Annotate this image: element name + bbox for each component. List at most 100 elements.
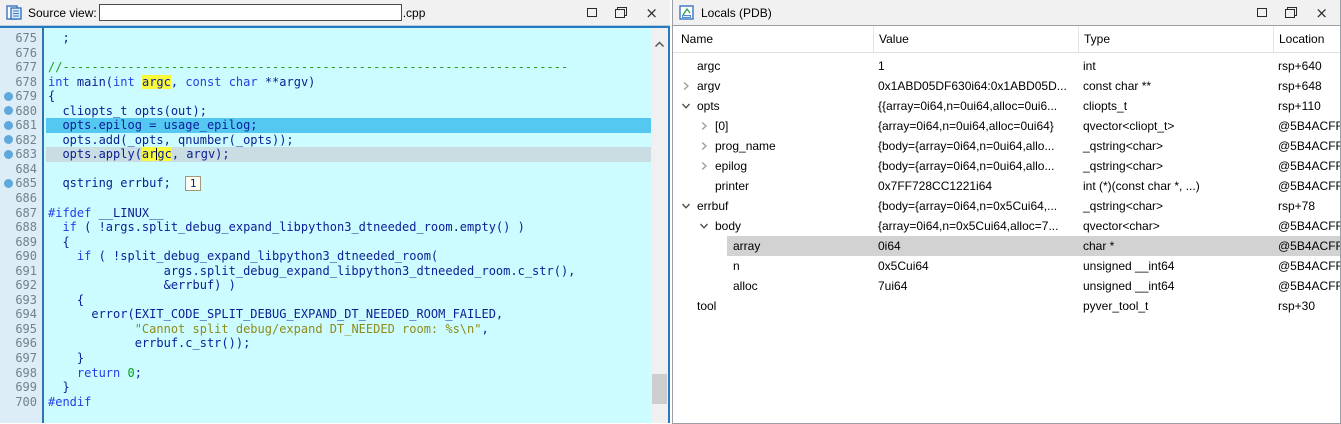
maximize-button[interactable] [1257,8,1267,17]
code-area[interactable]: 675 ;676677//---------------------------… [0,28,651,423]
code-line[interactable]: 677//-----------------------------------… [0,60,651,75]
breakpoint-icon[interactable] [4,135,13,144]
code-line[interactable]: 690 if ( !split_debug_expand_libpython3_… [0,249,651,264]
chevron-collapsed-icon[interactable] [681,77,697,96]
chevron-collapsed-icon[interactable] [699,137,715,156]
table-row[interactable]: toolpyver_tool_trsp+30 [673,296,1340,316]
code-line[interactable]: 698 return 0; [0,366,651,381]
code-text[interactable]: opts.add(_opts, qnumber(_opts)); [46,133,651,148]
column-header-name[interactable]: Name [673,26,873,52]
code-text[interactable]: { [46,235,651,250]
column-header-value[interactable]: Value [873,26,1078,52]
column-header-type[interactable]: Type [1078,26,1273,52]
code-line[interactable]: 693 { [0,293,651,308]
code-line[interactable]: 680 cliopts_t opts(out); [0,104,651,119]
gutter-cell[interactable]: 696 [0,336,46,351]
gutter-cell[interactable]: 675 [0,31,46,46]
chevron-expanded-icon[interactable] [681,197,697,216]
code-line[interactable]: 675 ; [0,31,651,46]
code-line[interactable]: 686 [0,191,651,206]
table-row[interactable]: [0]{array=0i64,n=0ui64,alloc=0ui64}qvect… [673,116,1340,136]
code-line[interactable]: 700#endif [0,395,651,410]
breakpoint-icon[interactable] [4,121,13,130]
column-header-location[interactable]: Location [1273,26,1340,52]
gutter-cell[interactable]: 697 [0,351,46,366]
code-text[interactable]: } [46,380,651,395]
gutter-cell[interactable]: 687 [0,206,46,221]
code-line[interactable]: 687#ifdef __LINUX__ [0,206,651,221]
code-text[interactable]: { [46,293,651,308]
gutter-cell[interactable]: 686 [0,191,46,206]
code-line[interactable]: 681 opts.epilog = usage_epilog; [0,118,651,133]
source-title-bar[interactable]: Source view: .cpp × [0,0,670,26]
table-row[interactable]: prog_name{body={array=0i64,n=0ui64,allo.… [673,136,1340,156]
gutter-cell[interactable]: 690 [0,249,46,264]
gutter-cell[interactable]: 682 [0,133,46,148]
gutter-cell[interactable]: 688 [0,220,46,235]
table-row[interactable]: n0x5Cui64unsigned __int64@5B4ACFF5 [673,256,1340,276]
vertical-scrollbar[interactable] [651,28,668,423]
gutter-cell[interactable]: 695 [0,322,46,337]
chevron-collapsed-icon[interactable] [699,157,715,176]
code-line[interactable]: 696 errbuf.c_str()); [0,336,651,351]
code-line[interactable]: 692 &errbuf) ) [0,278,651,293]
chevron-collapsed-icon[interactable] [699,117,715,136]
code-line[interactable]: 689 { [0,235,651,250]
table-row[interactable]: argc1intrsp+640 [673,56,1340,76]
gutter-cell[interactable]: 699 [0,380,46,395]
code-text[interactable]: qstring errbuf;1 [46,176,651,191]
gutter-cell[interactable]: 694 [0,307,46,322]
code-line[interactable]: 682 opts.add(_opts, qnumber(_opts)); [0,133,651,148]
scroll-up-icon[interactable] [654,35,665,53]
breakpoint-icon[interactable] [4,150,13,159]
chevron-expanded-icon[interactable] [681,97,697,116]
gutter-cell[interactable]: 681 [0,118,46,133]
code-text[interactable]: "Cannot split debug/expand DT_NEEDED roo… [46,322,651,337]
scrollbar-thumb[interactable] [652,374,667,404]
code-line[interactable]: 694 error(EXIT_CODE_SPLIT_DEBUG_EXPAND_D… [0,307,651,322]
code-text[interactable]: int main(int argc, const char **argv) [46,75,651,90]
code-text[interactable]: #ifdef __LINUX__ [46,206,651,221]
code-text[interactable]: cliopts_t opts(out); [46,104,651,119]
code-line[interactable]: 684 [0,162,651,177]
code-text[interactable] [46,162,651,177]
code-line[interactable]: 691 args.split_debug_expand_libpython3_d… [0,264,651,279]
maximize-button[interactable] [587,8,597,17]
gutter-cell[interactable]: 684 [0,162,46,177]
breakpoint-icon[interactable] [4,92,13,101]
gutter-cell[interactable]: 685 [0,176,46,191]
code-line[interactable]: 688 if ( !args.split_debug_expand_libpyt… [0,220,651,235]
locals-title-bar[interactable]: Locals (PDB) × [673,0,1340,26]
gutter-cell[interactable]: 691 [0,264,46,279]
table-row[interactable]: printer0x7FF728CC1221i64int (*)(const ch… [673,176,1340,196]
table-row[interactable]: body{array=0i64,n=0x5Cui64,alloc=7...qve… [673,216,1340,236]
table-row[interactable]: errbuf{body={array=0i64,n=0x5Cui64,..._q… [673,196,1340,216]
code-line[interactable]: 678int main(int argc, const char **argv) [0,75,651,90]
gutter-cell[interactable]: 680 [0,104,46,119]
table-row[interactable]: argv0x1ABD05DF630i64:0x1ABD05D...const c… [673,76,1340,96]
gutter-cell[interactable]: 683 [0,147,46,162]
code-line[interactable]: 699 } [0,380,651,395]
gutter-cell[interactable]: 678 [0,75,46,90]
breakpoint-icon[interactable] [4,179,13,188]
code-line[interactable]: 676 [0,46,651,61]
code-text[interactable]: #endif [46,395,651,410]
code-text[interactable]: opts.epilog = usage_epilog; [46,118,651,133]
code-line[interactable]: 683 opts.apply(argc, argv); [0,147,651,162]
code-text[interactable]: errbuf.c_str()); [46,336,651,351]
gutter-cell[interactable]: 689 [0,235,46,250]
code-text[interactable]: error(EXIT_CODE_SPLIT_DEBUG_EXPAND_DT_NE… [46,307,651,322]
code-text[interactable]: opts.apply(argc, argv); [46,147,651,162]
breakpoint-icon[interactable] [4,106,13,115]
code-line[interactable]: 695 "Cannot split debug/expand DT_NEEDED… [0,322,651,337]
chevron-expanded-icon[interactable] [699,217,715,236]
gutter-cell[interactable]: 700 [0,395,46,410]
code-line[interactable]: 697 } [0,351,651,366]
gutter-cell[interactable]: 698 [0,366,46,381]
restore-button[interactable] [615,7,627,18]
close-button[interactable]: × [645,8,658,18]
table-row[interactable]: alloc7ui64unsigned __int64@5B4ACFF5 [673,276,1340,296]
code-text[interactable]: if ( !args.split_debug_expand_libpython3… [46,220,651,235]
table-row[interactable]: opts{{array=0i64,n=0ui64,alloc=0ui6...cl… [673,96,1340,116]
gutter-cell[interactable]: 692 [0,278,46,293]
